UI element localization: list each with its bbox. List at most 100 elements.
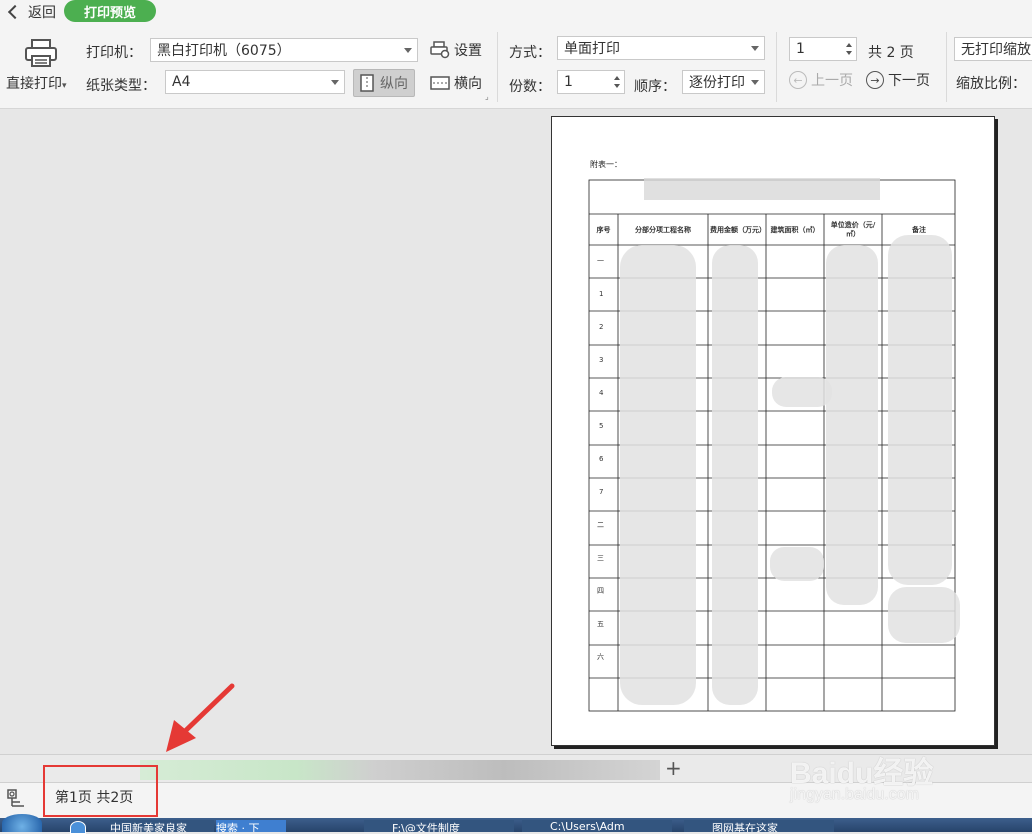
- scale-select[interactable]: 无打印缩放: [954, 37, 1032, 61]
- paper-type-label: 纸张类型：: [86, 78, 156, 94]
- add-sheet-icon[interactable]: +: [665, 756, 682, 780]
- copies-value: 1: [564, 74, 573, 90]
- print-mode-value: 单面打印: [564, 41, 620, 57]
- annotation-arrow-icon: [166, 683, 235, 752]
- printer-value: 黑白打印机（6075）: [157, 43, 291, 59]
- direct-print-label: 直接打印: [6, 76, 62, 92]
- page-number-value: 1: [796, 41, 805, 57]
- redacted-column: [620, 245, 696, 705]
- printer-select[interactable]: 黑白打印机（6075）: [150, 38, 418, 62]
- row-label: 2: [599, 323, 604, 331]
- paper-type-value: A4: [172, 74, 191, 90]
- print-mode-select[interactable]: 单面打印: [557, 36, 765, 60]
- arrow-left-icon: ←: [789, 71, 807, 89]
- header-remarks: 备注: [912, 226, 926, 234]
- start-button-icon[interactable]: [2, 814, 42, 832]
- taskbar-item[interactable]: 搜索 · 下: [216, 820, 286, 832]
- mode-label: 方式：: [509, 45, 551, 61]
- copies-label: 份数：: [509, 79, 551, 95]
- order-value: 逐份打印: [689, 75, 745, 91]
- row-label: 三: [597, 554, 604, 562]
- order-select[interactable]: 逐份打印: [682, 70, 765, 94]
- back-button[interactable]: 返回: [6, 1, 56, 23]
- header-area: 建筑面积（㎡）: [770, 225, 820, 234]
- tab-print-preview[interactable]: 打印预览: [64, 0, 156, 22]
- redacted-cell: [770, 547, 824, 581]
- header-seq: 序号: [596, 225, 611, 234]
- next-page-button[interactable]: → 下一页: [866, 70, 930, 90]
- row-label: 二: [597, 521, 604, 529]
- redacted-column: [888, 235, 952, 585]
- landscape-button[interactable]: 横向: [430, 73, 482, 93]
- back-label: 返回: [28, 5, 56, 21]
- row-label: 3: [599, 356, 604, 364]
- arrow-right-icon: →: [866, 71, 884, 89]
- separator: [497, 32, 498, 102]
- next-page-label: 下一页: [888, 73, 930, 89]
- scale-label: 缩放比例：: [956, 76, 1026, 92]
- scale-value: 无打印缩放: [961, 42, 1031, 58]
- total-pages: 共 2 页: [868, 45, 914, 61]
- row-label: 四: [597, 587, 604, 595]
- row-labels: 一 1 2 3 4 5 6 7 二 三 四 五 六: [589, 245, 618, 707]
- dropdown-arrow-icon: ▾: [62, 81, 67, 91]
- printer-label: 打印机：: [86, 45, 142, 61]
- separator: [776, 32, 777, 102]
- prev-page-button[interactable]: ← 上一页: [789, 70, 853, 90]
- watermark-url: jingyan.baidu.com: [790, 786, 919, 803]
- paper-type-select[interactable]: A4: [165, 70, 345, 94]
- direct-print-button[interactable]: 直接打印▾: [6, 73, 67, 93]
- spin-down-icon[interactable]: [846, 51, 852, 55]
- landscape-label: 横向: [454, 76, 482, 92]
- row-label: 五: [597, 620, 604, 628]
- settings-label: 设置: [454, 43, 482, 59]
- printer-settings-icon: [430, 41, 450, 59]
- portrait-button[interactable]: 纵向: [353, 69, 415, 97]
- printer-icon[interactable]: [24, 38, 58, 68]
- prev-page-label: 上一页: [811, 73, 853, 89]
- row-label: 六: [597, 653, 604, 661]
- browser-icon[interactable]: [70, 821, 86, 834]
- redacted-cell: [772, 377, 832, 407]
- spin-up-icon[interactable]: [846, 43, 852, 47]
- page-status-text: 第1页 共2页: [55, 790, 134, 806]
- table-grid: [588, 178, 960, 712]
- header-item-name: 分部分项工程名称: [635, 225, 691, 234]
- page-status-highlight: 第1页 共2页: [43, 765, 158, 817]
- portrait-page-icon: [360, 74, 374, 92]
- landscape-page-icon: [430, 76, 450, 90]
- workbook-icon[interactable]: [6, 788, 28, 810]
- sheet-tabs-blurred[interactable]: [140, 760, 660, 780]
- chevron-down-icon: [751, 46, 759, 51]
- chevron-left-icon: [7, 4, 23, 20]
- row-label: 一: [597, 257, 604, 265]
- row-label: 6: [599, 455, 604, 463]
- chevron-down-icon: [404, 48, 412, 53]
- taskbar-spacer: [300, 820, 360, 832]
- taskbar-item[interactable]: C:\Users\Adm: [522, 820, 672, 832]
- separator: [946, 32, 947, 102]
- header-cost: 费用金额（万元）: [710, 225, 766, 234]
- taskbar-item[interactable]: 图网基在这家: [684, 820, 834, 832]
- spin-down-icon[interactable]: [614, 84, 620, 88]
- chevron-down-icon: [751, 80, 759, 85]
- taskbar-item[interactable]: F:\@文件制度: [364, 820, 514, 832]
- dialog-launcher-icon[interactable]: ⌟: [485, 92, 489, 101]
- row-label: 4: [599, 389, 604, 397]
- page-number-spinner[interactable]: 1: [789, 37, 857, 61]
- taskbar-item[interactable]: 中国新美家良家: [110, 820, 214, 832]
- order-label: 顺序：: [634, 79, 676, 95]
- row-label: 5: [599, 422, 604, 430]
- settings-button[interactable]: 设置: [430, 40, 482, 60]
- redacted-cell: [888, 587, 960, 643]
- header-unit-cost: 单位造价（元/㎡）: [830, 221, 876, 238]
- row-label: 7: [599, 488, 604, 496]
- redacted-title: [644, 178, 880, 200]
- print-preview-page: 附表一： 序号 分部分项工程名称 费用金额（万元） 建筑面积（㎡） 单位造价（元…: [551, 116, 995, 746]
- redacted-column: [712, 245, 758, 705]
- chevron-down-icon: [331, 80, 339, 85]
- row-label: 1: [599, 290, 604, 298]
- spin-up-icon[interactable]: [614, 76, 620, 80]
- copies-spinner[interactable]: 1: [557, 70, 625, 94]
- redacted-column: [826, 245, 878, 605]
